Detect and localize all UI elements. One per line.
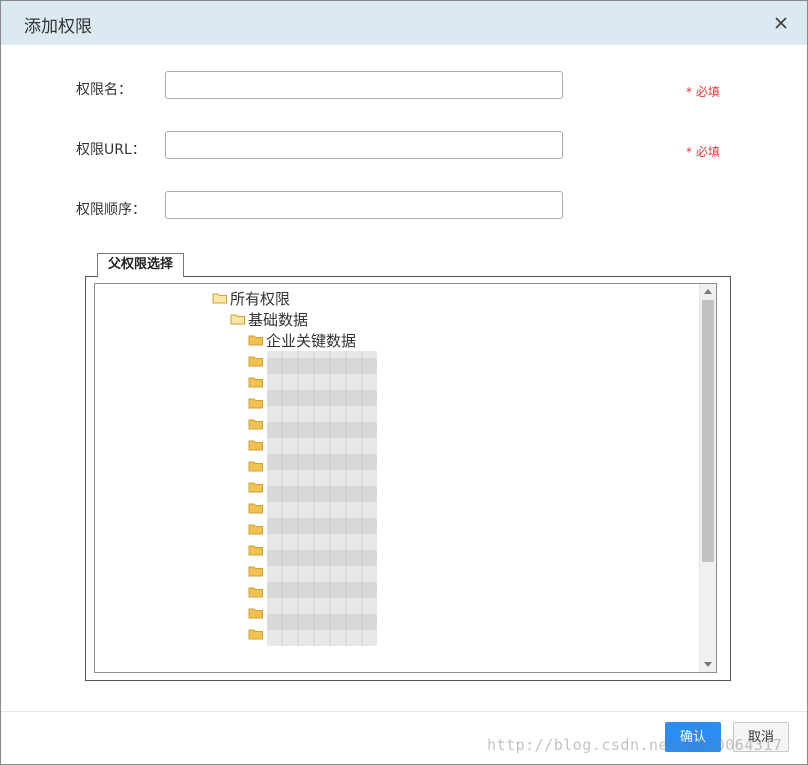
dialog-title: 添加权限 — [24, 17, 92, 37]
scroll-down-arrow-icon[interactable] — [704, 662, 712, 667]
folder-open-icon — [212, 293, 227, 304]
permission-name-input[interactable] — [165, 71, 563, 99]
tree-node-leaf[interactable] — [248, 561, 266, 581]
permission-url-label: 权限URL： — [76, 142, 146, 158]
tree-node-label: 所有权限 — [230, 289, 291, 308]
tree-node-leaf[interactable]: 企业关键数据 — [248, 330, 356, 350]
tree-node-leaf[interactable] — [248, 540, 266, 560]
tree-node-leaf[interactable] — [248, 372, 266, 392]
permission-order-label: 权限顺序： — [76, 202, 146, 218]
tree-node-label: 基础数据 — [248, 310, 309, 329]
folder-icon — [248, 356, 263, 367]
scroll-thumb[interactable] — [702, 300, 714, 562]
add-permission-dialog: 添加权限 权限名： * 必填 权限URL： * 必填 权限顺序： 父权限选择 所… — [0, 0, 808, 765]
tree-node-leaf[interactable] — [248, 624, 266, 644]
tree-node-label: 企业关键数据 — [266, 331, 357, 350]
tree-node-leaf[interactable] — [248, 477, 266, 497]
permission-tree[interactable] — [94, 283, 717, 673]
folder-icon — [248, 608, 263, 619]
parent-permission-legend: 父权限选择 — [97, 253, 185, 277]
folder-icon — [248, 335, 263, 346]
folder-open-icon — [230, 314, 245, 325]
folder-icon — [248, 440, 263, 451]
folder-icon — [248, 398, 263, 409]
required-hint: * 必填 — [686, 145, 720, 159]
folder-icon — [248, 524, 263, 535]
redacted-labels — [267, 351, 377, 646]
cancel-button[interactable]: 取消 — [733, 722, 790, 752]
required-hint: * 必填 — [686, 85, 720, 99]
tree-node-leaf[interactable] — [248, 414, 266, 434]
dialog-footer: 确认 取消 — [1, 711, 807, 764]
folder-icon — [248, 587, 263, 598]
folder-icon — [248, 566, 263, 577]
folder-icon — [248, 629, 263, 640]
tree-node-leaf[interactable] — [248, 498, 266, 518]
tree-node-leaf[interactable] — [248, 435, 266, 455]
close-icon[interactable] — [771, 13, 791, 33]
tree-node-leaf[interactable] — [248, 456, 266, 476]
tree-scrollbar[interactable] — [699, 284, 716, 672]
scroll-up-arrow-icon[interactable] — [704, 289, 712, 294]
folder-icon — [248, 545, 263, 556]
permission-url-input[interactable] — [165, 131, 563, 159]
permission-name-label: 权限名： — [76, 82, 132, 98]
folder-icon — [248, 419, 263, 430]
tree-node-leaf[interactable] — [248, 351, 266, 371]
folder-icon — [248, 461, 263, 472]
tree-node-leaf[interactable] — [248, 393, 266, 413]
tree-node-child[interactable]: 基础数据 — [230, 309, 308, 329]
confirm-button[interactable]: 确认 — [665, 722, 722, 752]
folder-icon — [248, 482, 263, 493]
tree-node-leaf[interactable] — [248, 519, 266, 539]
folder-icon — [248, 503, 263, 514]
tree-node-leaf[interactable] — [248, 582, 266, 602]
tree-node-leaf[interactable] — [248, 603, 266, 623]
permission-order-input[interactable] — [165, 191, 563, 219]
folder-icon — [248, 377, 263, 388]
tree-node-root[interactable]: 所有权限 — [212, 288, 290, 308]
dialog-header: 添加权限 — [1, 1, 807, 45]
